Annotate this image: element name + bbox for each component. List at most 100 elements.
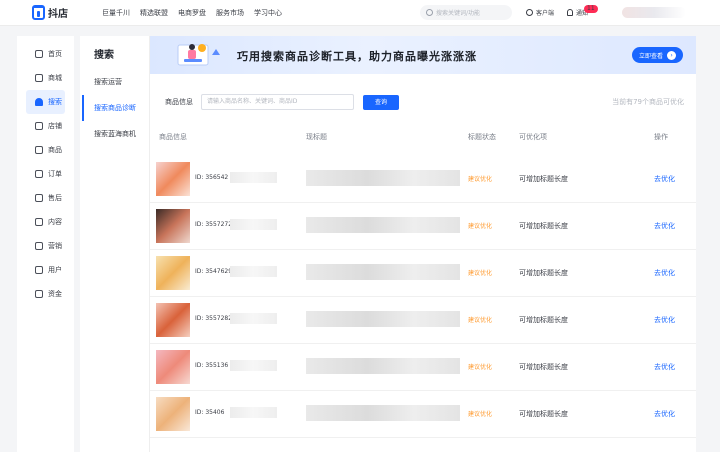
sidebar-item-users[interactable]: 用户: [17, 258, 74, 282]
notice-count-badge: 11: [584, 5, 598, 13]
optimize-link[interactable]: 去优化: [654, 362, 675, 372]
optimize-link[interactable]: 去优化: [654, 268, 675, 278]
promo-banner[interactable]: 巧用搜索商品诊断工具，助力商品曝光涨涨涨 立即查看 ›: [150, 36, 696, 74]
sidebar-item-home[interactable]: 首页: [17, 42, 74, 66]
product-thumbnail[interactable]: [156, 303, 190, 337]
status-badge: 建议优化: [468, 176, 493, 183]
mall-icon: [35, 74, 43, 82]
optimizable-count: 当前有79个商品可优化: [612, 98, 684, 106]
store-icon: [35, 122, 43, 130]
wallet-icon: [35, 290, 43, 298]
logo-text: 抖店: [48, 9, 68, 20]
table-row: ID: 355136 建议优化 可增加标题长度 去优化: [150, 344, 696, 391]
redacted-id: [230, 313, 277, 324]
col-header-optimizable: 可优化项: [519, 133, 547, 141]
table-row: ID: 3547629 建议优化 可增加标题长度 去优化: [150, 250, 696, 297]
banner-view-button[interactable]: 立即查看 ›: [632, 47, 683, 63]
redacted-title: [306, 358, 460, 374]
account-info[interactable]: [622, 7, 686, 18]
subnav-item-search-ops[interactable]: 搜索运营: [80, 69, 149, 95]
table-row: ID: 356542 建议优化 可增加标题长度 去优化: [150, 156, 696, 203]
product-thumbnail[interactable]: [156, 162, 190, 196]
topnav-item[interactable]: 精选联盟: [140, 8, 168, 18]
sidebar-item-label: 资金: [48, 290, 62, 298]
top-nav: 巨量千川 精选联盟 电商罗盘 服务市场 学习中心: [102, 8, 282, 18]
home-icon: [35, 50, 43, 58]
sidebar-item-aftersale[interactable]: 售后: [17, 186, 74, 210]
product-thumbnail[interactable]: [156, 397, 190, 431]
topnav-item[interactable]: 学习中心: [254, 8, 282, 18]
status-badge: 建议优化: [468, 411, 493, 418]
optimize-link[interactable]: 去优化: [654, 221, 675, 231]
sidebar-item-orders[interactable]: 订单: [17, 162, 74, 186]
redacted-id: [230, 407, 277, 418]
col-header-title: 现标题: [306, 133, 327, 141]
subnav-item-search-diagnosis[interactable]: 搜索商品诊断: [82, 95, 149, 121]
topnav-item[interactable]: 电商罗盘: [178, 8, 206, 18]
sidebar-item-label: 首页: [48, 50, 62, 58]
sidebar-item-marketing[interactable]: 营销: [17, 234, 74, 258]
optimizable-item: 可增加标题长度: [519, 316, 568, 324]
redacted-title: [306, 170, 460, 186]
product-thumbnail[interactable]: [156, 209, 190, 243]
product-id: ID: 35406: [195, 409, 225, 416]
content-icon: [35, 218, 43, 226]
sidebar-item-funds[interactable]: 资金: [17, 282, 74, 306]
query-button[interactable]: 查询: [363, 94, 399, 110]
topnav-item[interactable]: 服务市场: [216, 8, 244, 18]
optimizable-item: 可增加标题长度: [519, 222, 568, 230]
subnav-item-blue-ocean[interactable]: 搜索蓝海商机: [80, 121, 149, 147]
sidebar-item-content[interactable]: 内容: [17, 210, 74, 234]
headset-icon[interactable]: [526, 9, 533, 16]
sidebar-item-search[interactable]: 搜索: [26, 90, 65, 114]
global-search-input[interactable]: 搜索关键词/功能: [420, 5, 512, 20]
search-icon: [426, 9, 433, 16]
sidebar-item-mall[interactable]: 商城: [17, 66, 74, 90]
sidebar-item-goods[interactable]: 商品: [17, 138, 74, 162]
logo-icon: [32, 5, 45, 20]
sidebar-item-label: 内容: [48, 218, 62, 226]
redacted-id: [230, 266, 277, 277]
product-id: ID: 3557272: [195, 221, 233, 228]
customer-service-link[interactable]: 客户端: [536, 8, 554, 17]
col-header-action: 操作: [654, 133, 668, 141]
table-header: 商品信息 现标题 标题状态 可优化项 操作: [150, 132, 696, 148]
table-row: ID: 3557272 建议优化 可增加标题长度 去优化: [150, 203, 696, 250]
optimize-link[interactable]: 去优化: [654, 409, 675, 419]
search-placeholder: 搜索关键词/功能: [436, 10, 481, 17]
product-thumbnail[interactable]: [156, 256, 190, 290]
sidebar-item-label: 商品: [48, 146, 62, 154]
optimize-link[interactable]: 去优化: [654, 174, 675, 184]
redacted-id: [230, 219, 277, 230]
sidebar-item-label: 搜索: [48, 98, 62, 106]
main-content: 巧用搜索商品诊断工具，助力商品曝光涨涨涨 立即查看 › 商品信息 请输入商品名称…: [150, 36, 696, 452]
col-header-info: 商品信息: [159, 133, 187, 141]
aftersale-icon: [35, 194, 43, 202]
order-icon: [35, 170, 43, 178]
user-search-icon: [35, 98, 43, 106]
product-id: ID: 356542: [195, 174, 229, 181]
app-logo[interactable]: 抖店: [32, 5, 68, 20]
bell-icon[interactable]: [567, 9, 574, 16]
user-icon: [35, 266, 43, 274]
filter-bar: 商品信息 请输入商品名称、关键词、商品ID 查询: [165, 94, 399, 110]
redacted-id: [230, 360, 277, 371]
product-id: ID: 3557282: [195, 315, 233, 322]
optimize-link[interactable]: 去优化: [654, 315, 675, 325]
col-header-status: 标题状态: [468, 133, 496, 141]
sidebar-item-label: 售后: [48, 194, 62, 202]
top-bar: 抖店 巨量千川 精选联盟 电商罗盘 服务市场 学习中心 搜索关键词/功能 客户端…: [0, 0, 720, 26]
redacted-title: [306, 217, 460, 233]
sidebar-item-label: 订单: [48, 170, 62, 178]
redacted-id: [230, 172, 277, 183]
product-search-input[interactable]: 请输入商品名称、关键词、商品ID: [201, 94, 354, 110]
sidebar-item-store[interactable]: 店铺: [17, 114, 74, 138]
redacted-title: [306, 264, 460, 280]
sub-nav: 搜索 搜索运营 搜索商品诊断 搜索蓝海商机: [80, 36, 150, 452]
sidebar-item-label: 店铺: [48, 122, 62, 130]
product-thumbnail[interactable]: [156, 350, 190, 384]
optimizable-item: 可增加标题长度: [519, 269, 568, 277]
topnav-item[interactable]: 巨量千川: [102, 8, 130, 18]
product-id: ID: 3547629: [195, 268, 233, 275]
status-badge: 建议优化: [468, 317, 493, 324]
